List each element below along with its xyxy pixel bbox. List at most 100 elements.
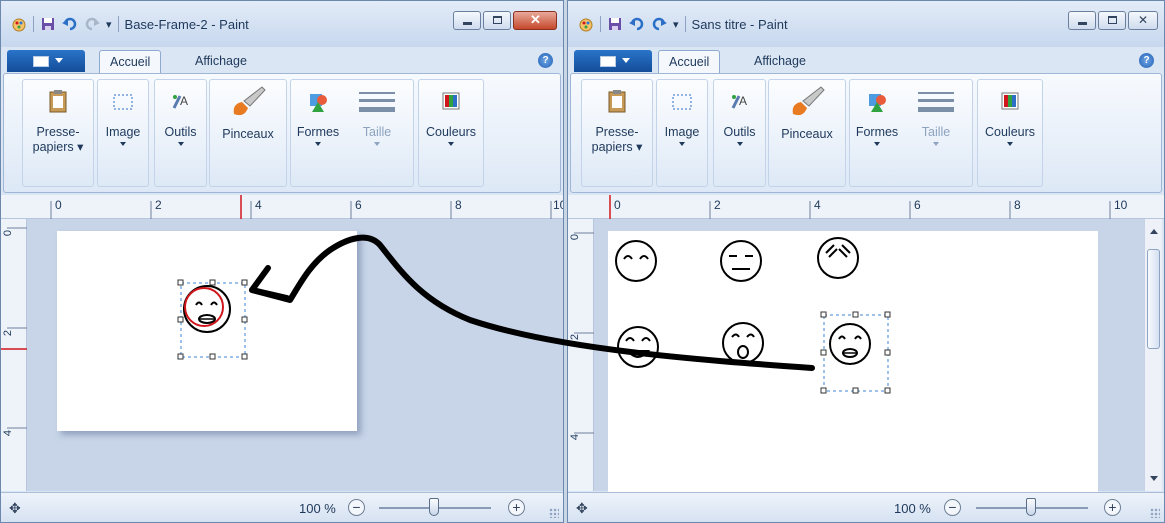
tools-button[interactable]: A Outils <box>155 80 206 146</box>
drawing-canvas[interactable] <box>608 231 1098 493</box>
tab-affichage[interactable]: Affichage <box>744 50 816 74</box>
brushes-button[interactable]: Pinceaux <box>210 80 286 142</box>
paint-menu-button[interactable] <box>574 50 652 72</box>
smiley-sheet <box>615 237 891 394</box>
shapes-button[interactable]: Formes <box>850 80 904 146</box>
group-colors: Couleurs <box>977 79 1043 187</box>
clipboard-button[interactable]: Presse- papiers ▾ <box>582 80 652 155</box>
redo-icon[interactable] <box>651 16 667 32</box>
resize-grip[interactable] <box>1150 508 1160 518</box>
paint-app-icon[interactable] <box>11 16 27 32</box>
drawing-canvas[interactable] <box>57 231 357 431</box>
minimize-button[interactable] <box>1068 11 1096 30</box>
customize-qa-icon[interactable]: ▾ <box>673 18 679 31</box>
tab-accueil[interactable]: Accueil <box>658 50 721 74</box>
ruler-ticks <box>609 195 1111 219</box>
shapes-button[interactable]: Formes <box>291 80 345 146</box>
size-button[interactable]: Taille <box>906 80 966 146</box>
window-title: Base-Frame-2 - Paint <box>124 16 249 32</box>
colors-label: Couleurs <box>425 125 477 139</box>
maximize-icon <box>1108 16 1117 24</box>
scroll-thumb[interactable] <box>1147 249 1160 349</box>
group-image: Image <box>97 79 149 187</box>
group-brushes: Pinceaux <box>209 79 287 187</box>
tab-affichage[interactable]: Affichage <box>185 50 257 74</box>
menu-icon <box>600 56 616 67</box>
canvas-area <box>594 219 1146 493</box>
image-button[interactable]: Image <box>98 80 148 146</box>
tools-button[interactable]: A Outils <box>714 80 765 146</box>
undo-icon[interactable] <box>629 16 645 32</box>
brushes-button[interactable]: Pinceaux <box>769 80 845 142</box>
paint-app-icon[interactable] <box>578 16 594 32</box>
colors-button[interactable]: Couleurs <box>419 80 483 146</box>
tools-label: Outils <box>164 125 197 139</box>
vertical-scrollbar[interactable] <box>1144 219 1162 491</box>
redo-icon <box>85 17 100 31</box>
minimize-icon <box>463 22 472 25</box>
colors-button[interactable]: Couleurs <box>978 80 1042 146</box>
maximize-button[interactable] <box>1098 11 1126 30</box>
ruler-label: 10 <box>553 198 563 212</box>
size-label: Taille <box>362 125 392 139</box>
zoom-slider-thumb[interactable] <box>1026 498 1036 516</box>
smiley-face-icon[interactable] <box>817 237 859 279</box>
colors-label: Couleurs <box>984 125 1036 139</box>
smiley-face-icon[interactable] <box>615 240 657 282</box>
zoom-out-button[interactable]: − <box>944 499 961 516</box>
ruler-label: 10 <box>1114 198 1128 212</box>
smiley-face-icon[interactable] <box>829 323 871 365</box>
brush-icon <box>233 86 266 116</box>
ruler-label: 8 <box>455 198 462 212</box>
smiley-face-icon[interactable] <box>720 240 762 282</box>
menu-icon <box>33 56 49 67</box>
palette-icon <box>1001 92 1019 110</box>
chevron-down-icon <box>622 58 630 63</box>
image-button[interactable]: Image <box>657 80 707 146</box>
save-icon[interactable] <box>607 16 623 32</box>
smiley-face-icon[interactable] <box>617 326 659 368</box>
clipboard-button[interactable]: Presse- papiers ▾ <box>23 80 93 155</box>
close-button[interactable]: ✕ <box>513 11 557 30</box>
ruler-label: 0 <box>614 198 621 212</box>
title-bar[interactable]: ▾ Sans titre - Paint ✕ <box>568 1 1164 47</box>
ruler-vertical: 0 2 4 <box>568 219 594 491</box>
tab-accueil[interactable]: Accueil <box>99 50 162 74</box>
ruler-label: 6 <box>914 198 921 212</box>
ruler-label: 2 <box>714 198 721 212</box>
brushes-label: Pinceaux <box>222 127 274 141</box>
ruler-label: 6 <box>355 198 362 212</box>
ribbon-tabs: Accueil Affichage ? <box>568 47 1164 74</box>
close-button[interactable]: ✕ <box>1128 11 1158 30</box>
ruler-label: 4 <box>569 433 582 441</box>
image-label: Image <box>105 125 141 139</box>
size-label: Taille <box>921 125 951 139</box>
clipboard-label-1: Presse- <box>595 125 639 139</box>
ruler-horizontal: 0 2 4 6 8 10 <box>594 195 1164 219</box>
move-icon: ✥ <box>9 500 21 516</box>
ruler-label: 4 <box>2 429 15 437</box>
chevron-down-icon <box>120 142 126 146</box>
paint-menu-button[interactable] <box>7 50 85 72</box>
pasted-selection[interactable] <box>177 279 249 361</box>
zoom-out-button[interactable]: − <box>348 499 365 516</box>
resize-grip[interactable] <box>549 508 559 518</box>
smiley-face-icon[interactable] <box>722 322 764 364</box>
help-icon[interactable]: ? <box>538 53 553 68</box>
chevron-down-icon <box>55 58 63 63</box>
canvas-area <box>27 219 563 491</box>
maximize-button[interactable] <box>483 11 511 30</box>
zoom-in-button[interactable]: + <box>508 499 525 516</box>
scroll-down-icon[interactable] <box>1150 476 1158 481</box>
zoom-in-button[interactable]: + <box>1104 499 1121 516</box>
minimize-button[interactable] <box>453 11 481 30</box>
help-icon[interactable]: ? <box>1139 53 1154 68</box>
customize-qa-icon[interactable]: ▾ <box>106 18 112 31</box>
save-icon[interactable] <box>40 16 56 32</box>
size-button[interactable]: Taille <box>347 80 407 146</box>
chevron-down-icon <box>374 142 380 146</box>
title-bar[interactable]: ▾ Base-Frame-2 - Paint ✕ <box>1 1 563 47</box>
scroll-up-icon[interactable] <box>1150 229 1158 234</box>
undo-icon[interactable] <box>62 16 78 32</box>
zoom-slider-thumb[interactable] <box>429 498 439 516</box>
